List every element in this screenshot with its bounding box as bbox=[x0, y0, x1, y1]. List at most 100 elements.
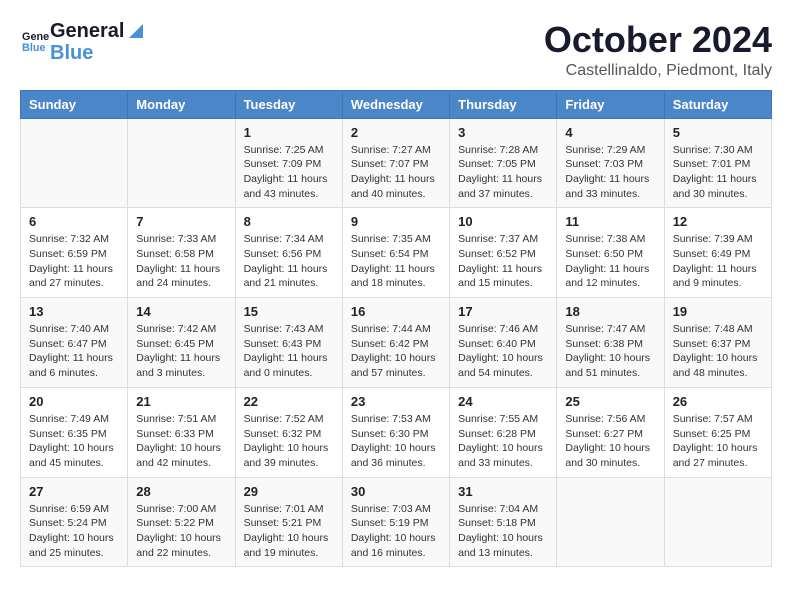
day-info: Sunrise: 7:30 AM Sunset: 7:01 PM Dayligh… bbox=[673, 143, 763, 202]
calendar-cell: 23Sunrise: 7:53 AM Sunset: 6:30 PM Dayli… bbox=[342, 387, 449, 477]
day-number: 25 bbox=[565, 394, 655, 409]
calendar-cell: 7 Sunrise: 7:33 AM Sunset: 6:58 PM Daylig… bbox=[128, 208, 235, 298]
day-number: 15 bbox=[244, 304, 334, 319]
logo-triangle-icon bbox=[125, 20, 147, 42]
day-number: 6 bbox=[29, 214, 119, 229]
day-number: 24 bbox=[458, 394, 548, 409]
day-number: 31 bbox=[458, 484, 548, 499]
day-info: Sunrise: 7:55 AM Sunset: 6:28 PM Dayligh… bbox=[458, 412, 548, 471]
calendar-cell: 15Sunrise: 7:43 AM Sunset: 6:43 PM Dayli… bbox=[235, 298, 342, 388]
day-info: Sunrise: 7:34 AM Sunset: 6:56 PM Dayligh… bbox=[244, 232, 334, 291]
day-info: Sunrise: 7:57 AM Sunset: 6:25 PM Dayligh… bbox=[673, 412, 763, 471]
day-info: Sunrise: 7:49 AM Sunset: 6:35 PM Dayligh… bbox=[29, 412, 119, 471]
day-info: Sunrise: 7:32 AM Sunset: 6:59 PM Dayligh… bbox=[29, 232, 119, 291]
calendar-cell: 21 Sunrise: 7:51 AM Sunset: 6:33 PM Dayli… bbox=[128, 387, 235, 477]
header-day-thursday: Thursday bbox=[450, 90, 557, 118]
calendar-cell: 17Sunrise: 7:46 AM Sunset: 6:40 PM Dayli… bbox=[450, 298, 557, 388]
calendar-cell: 30Sunrise: 7:03 AM Sunset: 5:19 PM Dayli… bbox=[342, 477, 449, 567]
logo-icon: General Blue bbox=[22, 26, 50, 54]
day-number: 10 bbox=[458, 214, 548, 229]
calendar-table: SundayMondayTuesdayWednesdayThursdayFrid… bbox=[20, 90, 772, 568]
calendar-cell: 13 Sunrise: 7:40 AM Sunset: 6:47 PM Dayli… bbox=[21, 298, 128, 388]
day-number: 30 bbox=[351, 484, 441, 499]
day-info: Sunrise: 7:52 AM Sunset: 6:32 PM Dayligh… bbox=[244, 412, 334, 471]
calendar-cell: 3Sunrise: 7:28 AM Sunset: 7:05 PM Daylig… bbox=[450, 118, 557, 208]
day-info: Sunrise: 7:28 AM Sunset: 7:05 PM Dayligh… bbox=[458, 143, 548, 202]
day-info: Sunrise: 7:37 AM Sunset: 6:52 PM Dayligh… bbox=[458, 232, 548, 291]
day-info: Sunrise: 7:01 AM Sunset: 5:21 PM Dayligh… bbox=[244, 502, 334, 561]
day-number: 8 bbox=[244, 214, 334, 229]
logo-text: General bbox=[50, 20, 148, 42]
day-info: Sunrise: 7:47 AM Sunset: 6:38 PM Dayligh… bbox=[565, 322, 655, 381]
location-text: Castellinaldo, Piedmont, Italy bbox=[544, 62, 772, 80]
day-number: 23 bbox=[351, 394, 441, 409]
calendar-cell bbox=[664, 477, 771, 567]
day-number: 12 bbox=[673, 214, 763, 229]
calendar-cell: 14 Sunrise: 7:42 AM Sunset: 6:45 PM Dayli… bbox=[128, 298, 235, 388]
calendar-cell: 6 Sunrise: 7:32 AM Sunset: 6:59 PM Daylig… bbox=[21, 208, 128, 298]
calendar-cell: 22Sunrise: 7:52 AM Sunset: 6:32 PM Dayli… bbox=[235, 387, 342, 477]
calendar-cell: 19 Sunrise: 7:48 AM Sunset: 6:37 PM Dayli… bbox=[664, 298, 771, 388]
day-info: Sunrise: 7:29 AM Sunset: 7:03 PM Dayligh… bbox=[565, 143, 655, 202]
calendar-cell: 25 Sunrise: 7:56 AM Sunset: 6:27 PM Dayli… bbox=[557, 387, 664, 477]
day-info: Sunrise: 7:39 AM Sunset: 6:49 PM Dayligh… bbox=[673, 232, 763, 291]
calendar-cell: 5 Sunrise: 7:30 AM Sunset: 7:01 PM Daylig… bbox=[664, 118, 771, 208]
day-number: 27 bbox=[29, 484, 119, 499]
calendar-cell bbox=[557, 477, 664, 567]
header-day-friday: Friday bbox=[557, 90, 664, 118]
day-info: Sunrise: 7:42 AM Sunset: 6:45 PM Dayligh… bbox=[136, 322, 226, 381]
header-day-monday: Monday bbox=[128, 90, 235, 118]
title-section: October 2024 Castellinaldo, Piedmont, It… bbox=[544, 20, 772, 80]
day-info: Sunrise: 7:40 AM Sunset: 6:47 PM Dayligh… bbox=[29, 322, 119, 381]
day-number: 19 bbox=[673, 304, 763, 319]
day-number: 26 bbox=[673, 394, 763, 409]
calendar-cell: 11 Sunrise: 7:38 AM Sunset: 6:50 PM Dayli… bbox=[557, 208, 664, 298]
logo: General Blue General Blue bbox=[20, 20, 148, 64]
day-number: 7 bbox=[136, 214, 226, 229]
day-info: Sunrise: 7:35 AM Sunset: 6:54 PM Dayligh… bbox=[351, 232, 441, 291]
day-number: 4 bbox=[565, 125, 655, 140]
day-number: 28 bbox=[136, 484, 226, 499]
day-number: 9 bbox=[351, 214, 441, 229]
day-info: Sunrise: 7:56 AM Sunset: 6:27 PM Dayligh… bbox=[565, 412, 655, 471]
day-number: 11 bbox=[565, 214, 655, 229]
header-day-wednesday: Wednesday bbox=[342, 90, 449, 118]
day-info: Sunrise: 7:04 AM Sunset: 5:18 PM Dayligh… bbox=[458, 502, 548, 561]
calendar-cell bbox=[21, 118, 128, 208]
calendar-cell: 31 Sunrise: 7:04 AM Sunset: 5:18 PM Dayli… bbox=[450, 477, 557, 567]
day-info: Sunrise: 7:33 AM Sunset: 6:58 PM Dayligh… bbox=[136, 232, 226, 291]
day-number: 5 bbox=[673, 125, 763, 140]
calendar-header: SundayMondayTuesdayWednesdayThursdayFrid… bbox=[21, 90, 772, 118]
calendar-cell: 26 Sunrise: 7:57 AM Sunset: 6:25 PM Dayli… bbox=[664, 387, 771, 477]
day-info: Sunrise: 7:51 AM Sunset: 6:33 PM Dayligh… bbox=[136, 412, 226, 471]
day-info: Sunrise: 7:44 AM Sunset: 6:42 PM Dayligh… bbox=[351, 322, 441, 381]
calendar-cell: 8 Sunrise: 7:34 AM Sunset: 6:56 PM Daylig… bbox=[235, 208, 342, 298]
day-number: 17 bbox=[458, 304, 548, 319]
header-day-sunday: Sunday bbox=[21, 90, 128, 118]
day-info: Sunrise: 7:38 AM Sunset: 6:50 PM Dayligh… bbox=[565, 232, 655, 291]
calendar-cell: 20 Sunrise: 7:49 AM Sunset: 6:35 PM Dayli… bbox=[21, 387, 128, 477]
calendar-cell: 24 Sunrise: 7:55 AM Sunset: 6:28 PM Dayli… bbox=[450, 387, 557, 477]
week-row-1: 6 Sunrise: 7:32 AM Sunset: 6:59 PM Daylig… bbox=[21, 208, 772, 298]
day-number: 13 bbox=[29, 304, 119, 319]
day-number: 20 bbox=[29, 394, 119, 409]
month-title: October 2024 bbox=[544, 20, 772, 60]
day-info: Sunrise: 7:25 AM Sunset: 7:09 PM Dayligh… bbox=[244, 143, 334, 202]
calendar-cell: 28Sunrise: 7:00 AM Sunset: 5:22 PM Dayli… bbox=[128, 477, 235, 567]
day-number: 21 bbox=[136, 394, 226, 409]
calendar-cell bbox=[128, 118, 235, 208]
week-row-4: 27 Sunrise: 6:59 AM Sunset: 5:24 PM Dayli… bbox=[21, 477, 772, 567]
week-row-0: 1 Sunrise: 7:25 AM Sunset: 7:09 PM Daylig… bbox=[21, 118, 772, 208]
day-number: 1 bbox=[244, 125, 334, 140]
calendar-cell: 27 Sunrise: 6:59 AM Sunset: 5:24 PM Dayli… bbox=[21, 477, 128, 567]
day-info: Sunrise: 6:59 AM Sunset: 5:24 PM Dayligh… bbox=[29, 502, 119, 561]
calendar-cell: 18Sunrise: 7:47 AM Sunset: 6:38 PM Dayli… bbox=[557, 298, 664, 388]
day-number: 14 bbox=[136, 304, 226, 319]
calendar-cell: 29Sunrise: 7:01 AM Sunset: 5:21 PM Dayli… bbox=[235, 477, 342, 567]
calendar-body: 1 Sunrise: 7:25 AM Sunset: 7:09 PM Daylig… bbox=[21, 118, 772, 567]
day-number: 2 bbox=[351, 125, 441, 140]
logo-blue-text: Blue bbox=[50, 42, 148, 64]
calendar-cell: 2Sunrise: 7:27 AM Sunset: 7:07 PM Daylig… bbox=[342, 118, 449, 208]
day-info: Sunrise: 7:48 AM Sunset: 6:37 PM Dayligh… bbox=[673, 322, 763, 381]
week-row-2: 13 Sunrise: 7:40 AM Sunset: 6:47 PM Dayli… bbox=[21, 298, 772, 388]
